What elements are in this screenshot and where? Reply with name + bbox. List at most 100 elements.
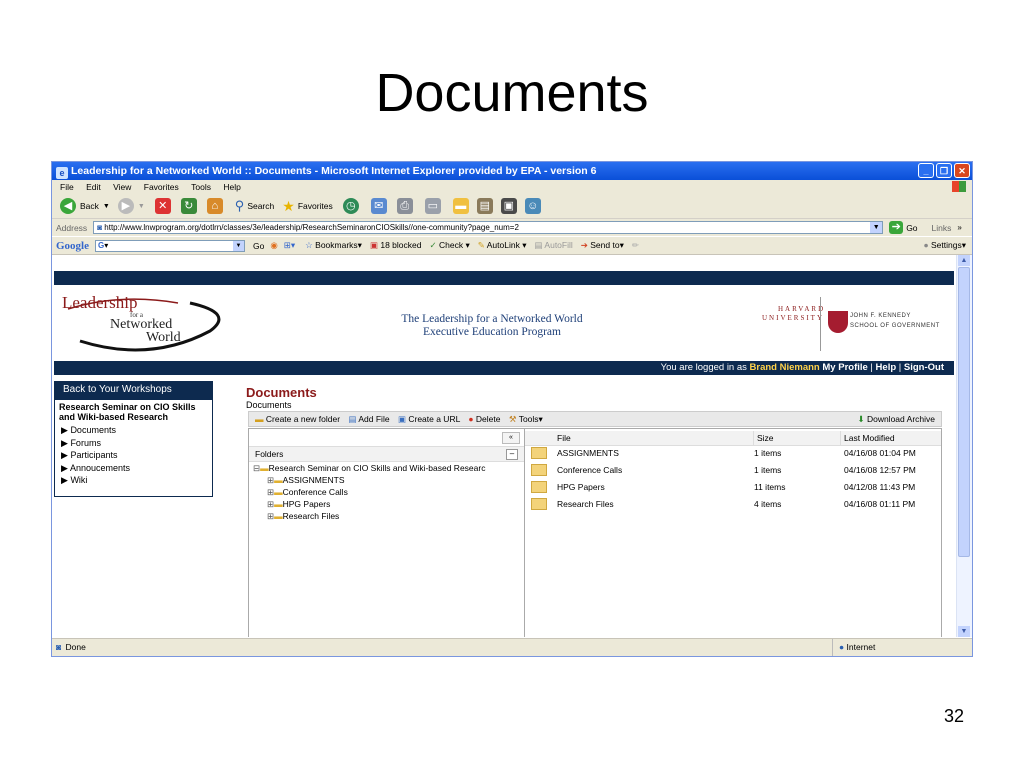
file-name[interactable]: Conference Calls [557, 463, 622, 477]
tree-item-conference-calls[interactable]: ⊞▬Conference Calls [253, 486, 521, 498]
tree-root[interactable]: ⊟▬Research Seminar on CIO Skills and Wik… [253, 462, 521, 474]
file-row[interactable]: Research Files 4 items 04/16/08 01:11 PM [525, 497, 941, 513]
scroll-thumb[interactable] [958, 267, 970, 557]
refresh-icon[interactable]: ↻ [180, 198, 197, 214]
tree-item-research-files[interactable]: ⊞▬Research Files [253, 510, 521, 522]
home-icon[interactable]: ⌂ [206, 198, 223, 214]
address-dropdown-icon[interactable]: ▼ [870, 222, 883, 233]
col-size[interactable]: Size [753, 431, 774, 445]
autolink-button[interactable]: ✎ AutoLink ▾ [478, 240, 527, 251]
program-title: The Leadership for a Networked World Exe… [292, 313, 692, 339]
help-link[interactable]: Help [876, 362, 897, 373]
menu-file[interactable]: File [60, 182, 74, 192]
restore-button[interactable]: ❐ [936, 163, 952, 178]
download-archive-button[interactable]: ⬇ Download Archive [857, 412, 935, 426]
google-go-button[interactable]: Go [253, 241, 264, 251]
go-button[interactable]: Go [906, 223, 917, 233]
spellcheck-button[interactable]: ✓ Check ▾ [429, 240, 469, 251]
delete-button[interactable]: ● Delete [468, 414, 500, 424]
file-row[interactable]: HPG Papers 11 items 04/12/08 11:43 PM [525, 480, 941, 496]
google-dropdown-icon[interactable]: ▼ [233, 240, 244, 251]
back-button[interactable]: ◀ Back ▼ [60, 198, 110, 214]
popup-blocker-button[interactable]: ▣ 18 blocked [370, 240, 422, 251]
nav-item-forums[interactable]: ▶ Forums [61, 437, 212, 450]
menu-edit[interactable]: Edit [86, 182, 101, 192]
popup-icon[interactable]: ⊞▾ [284, 240, 295, 251]
folder-icon: ▬ [274, 487, 283, 497]
folders-collapse-icon[interactable]: – [506, 449, 518, 460]
back-dropdown-icon[interactable]: ▼ [103, 203, 110, 210]
users-icon[interactable]: ☺ [524, 198, 541, 214]
nav-item-documents[interactable]: ▶ Documents [61, 424, 212, 437]
links-label[interactable]: Links [932, 223, 952, 233]
scroll-up-icon[interactable]: ▲ [958, 255, 970, 266]
search-button[interactable]: ⚲ Search [235, 198, 274, 214]
folder-icon [531, 481, 547, 493]
menu-view[interactable]: View [113, 182, 131, 192]
delete-icon: ● [468, 414, 474, 424]
docs-action-bar: ▬ Create a new folder ▤ Add File ▣ Creat… [248, 411, 942, 427]
pagerank-icon[interactable]: ◉ [270, 240, 277, 251]
settings-button[interactable]: ● Settings▾ [923, 240, 966, 251]
google-toolbar: Google G▾ ▼ Go ◉ ⊞▾ ☆ Bookmarks▾ ▣ 18 bl… [52, 237, 972, 255]
harvard-logo[interactable]: HARVARD UNIVERSITY JOHN F. KENNEDY SCHOO… [732, 293, 954, 355]
print-icon[interactable]: ⎙ [396, 198, 413, 214]
file-row[interactable]: ASSIGNMENTS 1 items 04/16/08 01:04 PM [525, 446, 941, 462]
vertical-scrollbar[interactable]: ▲ ▼ [956, 255, 972, 637]
scroll-down-icon[interactable]: ▼ [958, 626, 970, 637]
folder-icon[interactable]: ▬ [452, 198, 469, 214]
forward-dropdown-icon[interactable]: ▼ [138, 203, 145, 210]
tree-item-hpg-papers[interactable]: ⊞▬HPG Papers [253, 498, 521, 510]
new-folder-button[interactable]: ▬ Create a new folder [255, 414, 340, 424]
history-icon[interactable]: ◷ [342, 198, 359, 214]
forward-button[interactable]: ▶ ▼ [117, 198, 145, 214]
file-size: 4 items [754, 499, 782, 509]
go-arrow-icon[interactable]: ➔ [889, 221, 904, 234]
back-to-workshops-link[interactable]: Back to Your Workshops [55, 382, 212, 400]
page-content: Leadership for a Networked World The Lea… [52, 255, 958, 637]
col-file[interactable]: File [557, 431, 571, 445]
menu-help[interactable]: Help [223, 182, 240, 192]
collapse-pane-button[interactable]: « [502, 432, 520, 444]
tree-item-assignments[interactable]: ⊞▬ASSIGNMENTS [253, 474, 521, 486]
harvard-divider [820, 297, 821, 351]
file-name[interactable]: HPG Papers [557, 480, 605, 494]
my-profile-link[interactable]: My Profile [822, 362, 867, 373]
col-modified[interactable]: Last Modified [840, 431, 895, 445]
stop-icon[interactable]: ✕ [154, 198, 171, 214]
toolbar-overflow-icon[interactable]: » [957, 223, 961, 232]
lnw-logo[interactable]: Leadership for a Networked World [60, 293, 225, 353]
close-button[interactable]: ✕ [954, 163, 970, 178]
autofill-button[interactable]: ▤ AutoFill [534, 240, 572, 251]
signout-link[interactable]: Sign-Out [904, 362, 944, 373]
favorites-button[interactable]: ★ Favorites [282, 198, 333, 215]
add-file-button[interactable]: ▤ Add File [348, 414, 389, 424]
file-name[interactable]: Research Files [557, 497, 614, 511]
address-input[interactable]: ◙ http://www.lnwprogram.org/dotlrn/class… [93, 221, 884, 234]
research-icon[interactable]: ▤ [476, 198, 493, 214]
file-modified: 04/16/08 01:11 PM [844, 499, 916, 509]
nav-item-annoucements[interactable]: ▶ Annoucements [61, 462, 212, 475]
address-url: http://www.lnwprogram.org/dotlrn/classes… [104, 223, 519, 232]
sendto-button[interactable]: ➔ Send to▾ [581, 240, 624, 251]
tools-button[interactable]: ⚒ Tools▾ [509, 414, 543, 424]
file-row[interactable]: Conference Calls 1 items 04/16/08 12:57 … [525, 463, 941, 479]
nav-arrow-icon: ▶ [61, 462, 68, 473]
create-url-button[interactable]: ▣ Create a URL [398, 414, 460, 424]
program-line2: Executive Education Program [423, 326, 561, 338]
menu-tools[interactable]: Tools [191, 182, 211, 192]
edit-icon[interactable]: ▭ [424, 198, 441, 214]
file-size: 11 items [754, 482, 786, 492]
file-name[interactable]: ASSIGNMENTS [557, 446, 619, 460]
google-search-input[interactable]: G▾ ▼ [95, 239, 245, 252]
menu-favorites[interactable]: Favorites [144, 182, 179, 192]
bookmarks-button[interactable]: ☆ Bookmarks▾ [305, 240, 362, 251]
minimize-button[interactable]: _ [918, 163, 934, 178]
messenger-icon[interactable]: ▣ [500, 198, 517, 214]
nav-item-participants[interactable]: ▶ Participants [61, 449, 212, 462]
nav-item-wiki[interactable]: ▶ Wiki [61, 474, 212, 487]
pencil-icon[interactable]: ✏ [632, 240, 639, 251]
sendto-icon: ➔ [580, 240, 588, 250]
docs-heading: Documents [246, 385, 317, 400]
mail-icon[interactable]: ✉ [370, 198, 387, 214]
